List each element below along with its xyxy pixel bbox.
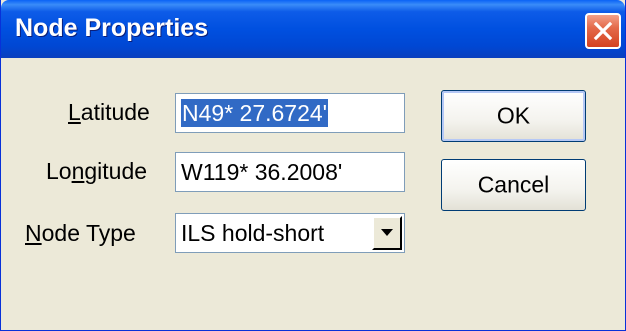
longitude-label: Longitude: [46, 158, 147, 185]
node-type-select[interactable]: ILS hold-short: [175, 213, 405, 253]
latitude-value: N49* 27.6724': [181, 99, 329, 127]
node-properties-dialog: Node Properties Latitude N49* 27.6724' L…: [0, 0, 626, 331]
node-type-label-text: ode Type: [41, 220, 136, 246]
cancel-button[interactable]: Cancel: [441, 159, 586, 211]
latitude-field[interactable]: N49* 27.6724': [175, 93, 405, 133]
longitude-access-key: n: [71, 158, 85, 184]
node-type-access-key: N: [25, 220, 42, 246]
close-button[interactable]: [585, 13, 621, 49]
cancel-button-label: Cancel: [477, 171, 550, 198]
longitude-value: W119* 36.2008': [181, 159, 343, 185]
chevron-down-icon: [381, 229, 393, 236]
latitude-label: Latitude: [68, 99, 150, 126]
latitude-label-text: atitude: [80, 99, 150, 125]
ok-button[interactable]: OK: [441, 90, 586, 142]
node-type-label: Node Type: [25, 220, 136, 247]
longitude-label-text: gitude: [84, 158, 148, 184]
longitude-label-start: Lo: [46, 158, 72, 184]
ok-button-label: OK: [496, 102, 531, 129]
node-type-dropdown-button[interactable]: [372, 216, 402, 250]
longitude-field[interactable]: W119* 36.2008': [175, 152, 405, 192]
title-bar[interactable]: Node Properties: [1, 0, 625, 58]
window-title: Node Properties: [15, 14, 209, 42]
latitude-access-key: L: [68, 99, 81, 125]
dialog-body: Latitude N49* 27.6724' Longitude W119* 3…: [1, 58, 625, 330]
node-type-value: ILS hold-short: [181, 220, 325, 246]
close-icon: [593, 21, 613, 41]
